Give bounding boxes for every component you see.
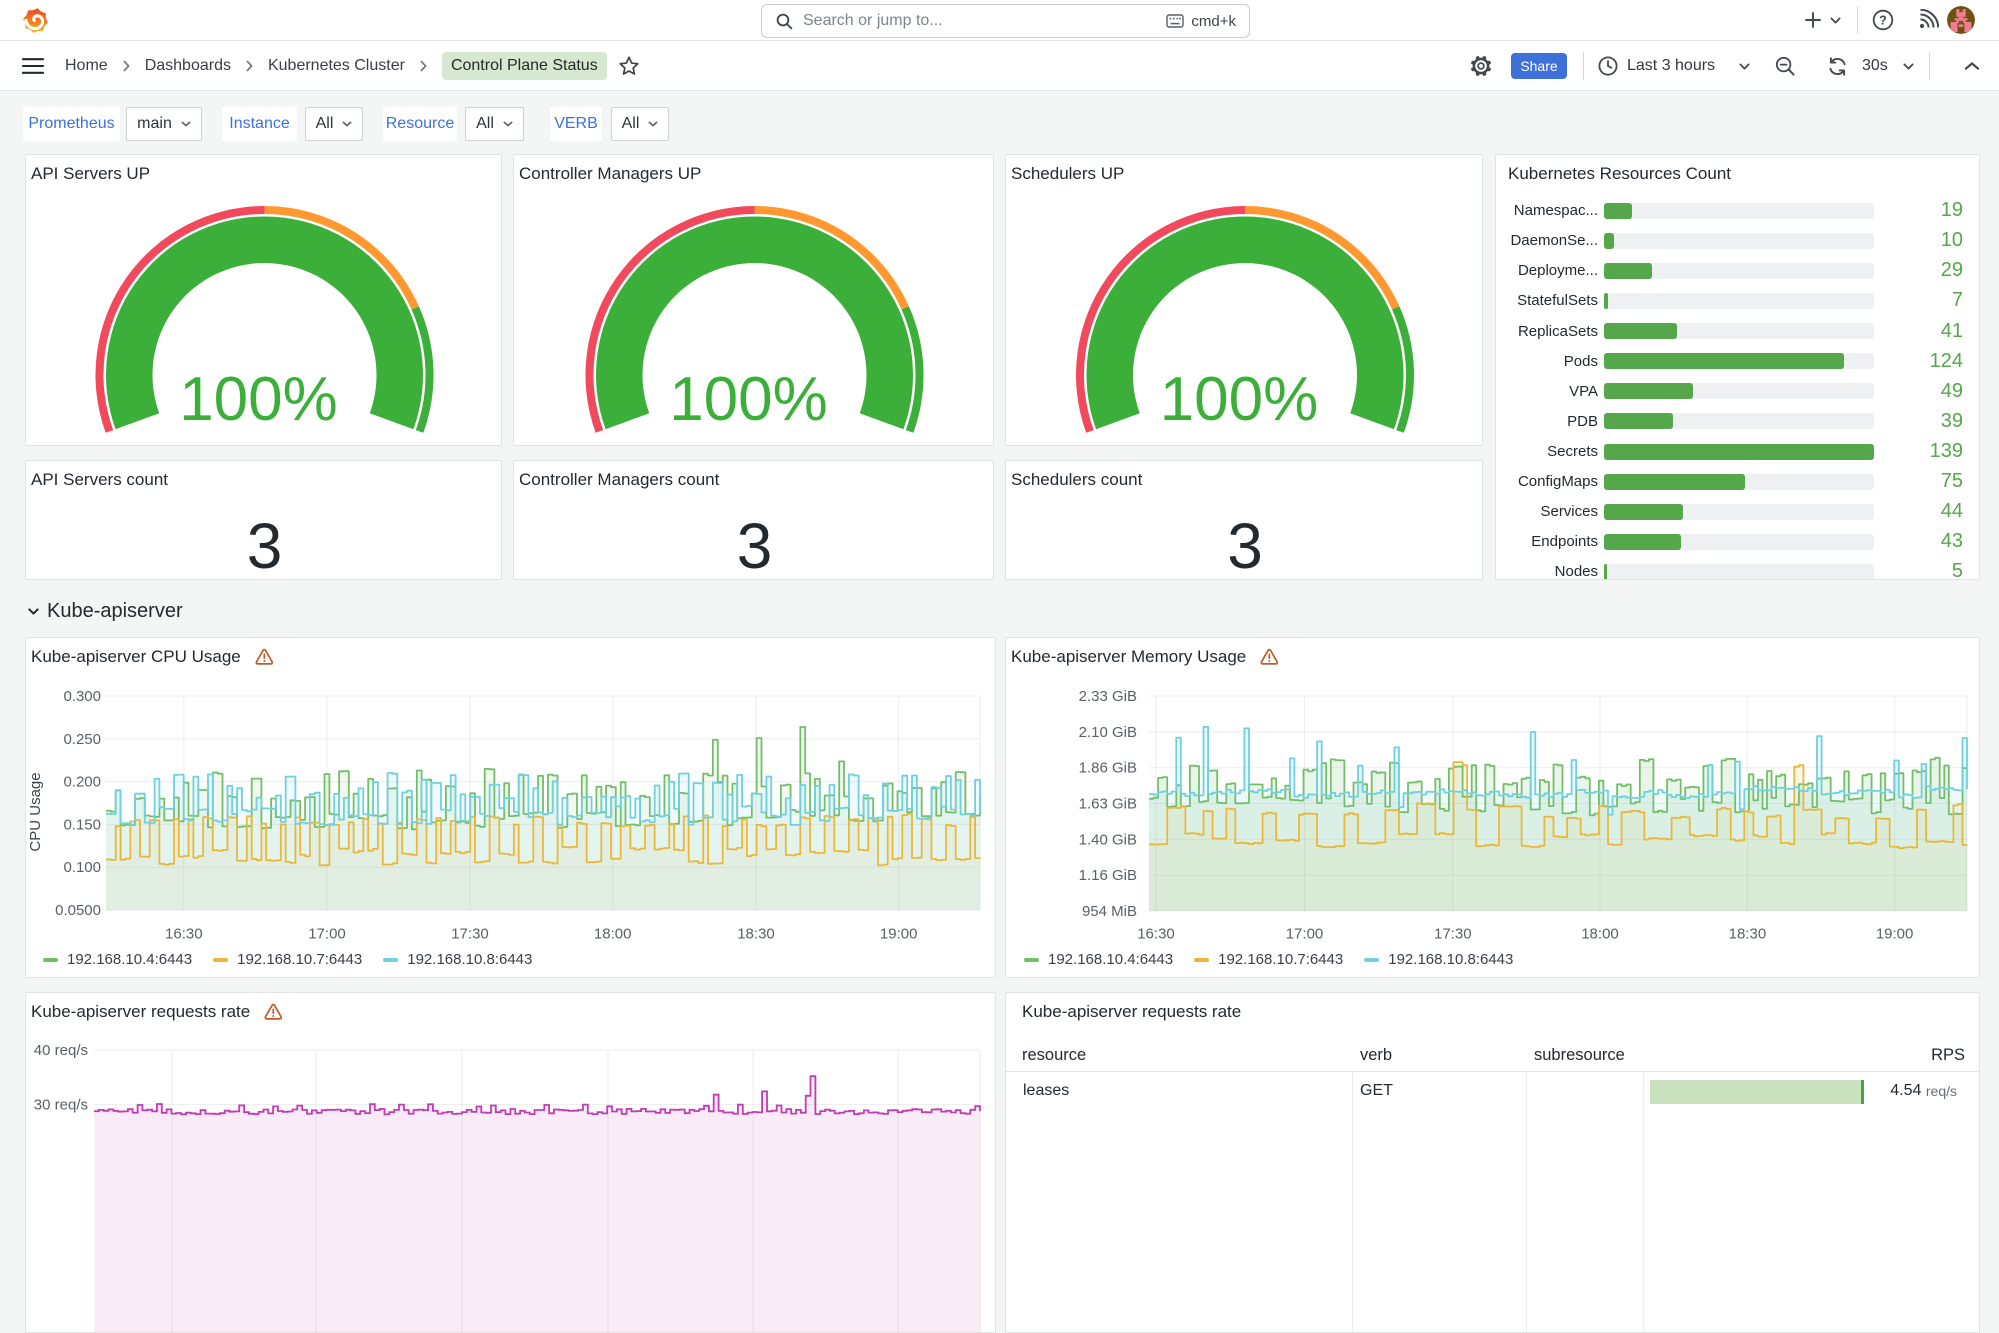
svg-text:0.100: 0.100	[63, 859, 101, 876]
svg-text:40 req/s: 40 req/s	[34, 1042, 88, 1059]
svg-text:2.10 GiB: 2.10 GiB	[1079, 724, 1137, 741]
svg-text:30 req/s: 30 req/s	[34, 1097, 88, 1114]
svg-text:18:30: 18:30	[1729, 926, 1767, 943]
svg-text:1.40 GiB: 1.40 GiB	[1079, 831, 1137, 848]
svg-text:16:30: 16:30	[165, 926, 203, 943]
svg-text:?: ?	[1879, 13, 1887, 27]
svg-text:18:30: 18:30	[737, 926, 775, 943]
svg-text:17:30: 17:30	[1434, 926, 1472, 943]
svg-text:1.63 GiB: 1.63 GiB	[1079, 796, 1137, 813]
svg-text:1.86 GiB: 1.86 GiB	[1079, 760, 1137, 777]
svg-text:18:00: 18:00	[1581, 926, 1619, 943]
svg-text:19:00: 19:00	[880, 926, 918, 943]
svg-text:16:30: 16:30	[1137, 926, 1175, 943]
svg-text:0.0500: 0.0500	[55, 902, 101, 919]
svg-text:954 MiB: 954 MiB	[1082, 903, 1137, 920]
svg-text:17:00: 17:00	[1286, 926, 1324, 943]
svg-text:18:00: 18:00	[594, 926, 632, 943]
svg-text:2.33 GiB: 2.33 GiB	[1079, 688, 1137, 705]
svg-text:17:00: 17:00	[308, 926, 346, 943]
svg-text:0.200: 0.200	[63, 774, 101, 791]
svg-text:0.300: 0.300	[63, 688, 101, 705]
svg-text:17:30: 17:30	[451, 926, 489, 943]
svg-text:CPU Usage: CPU Usage	[27, 772, 44, 851]
svg-text:19:00: 19:00	[1876, 926, 1914, 943]
svg-text:0.150: 0.150	[63, 816, 101, 833]
svg-text:1.16 GiB: 1.16 GiB	[1079, 867, 1137, 884]
svg-text:0.250: 0.250	[63, 731, 101, 748]
